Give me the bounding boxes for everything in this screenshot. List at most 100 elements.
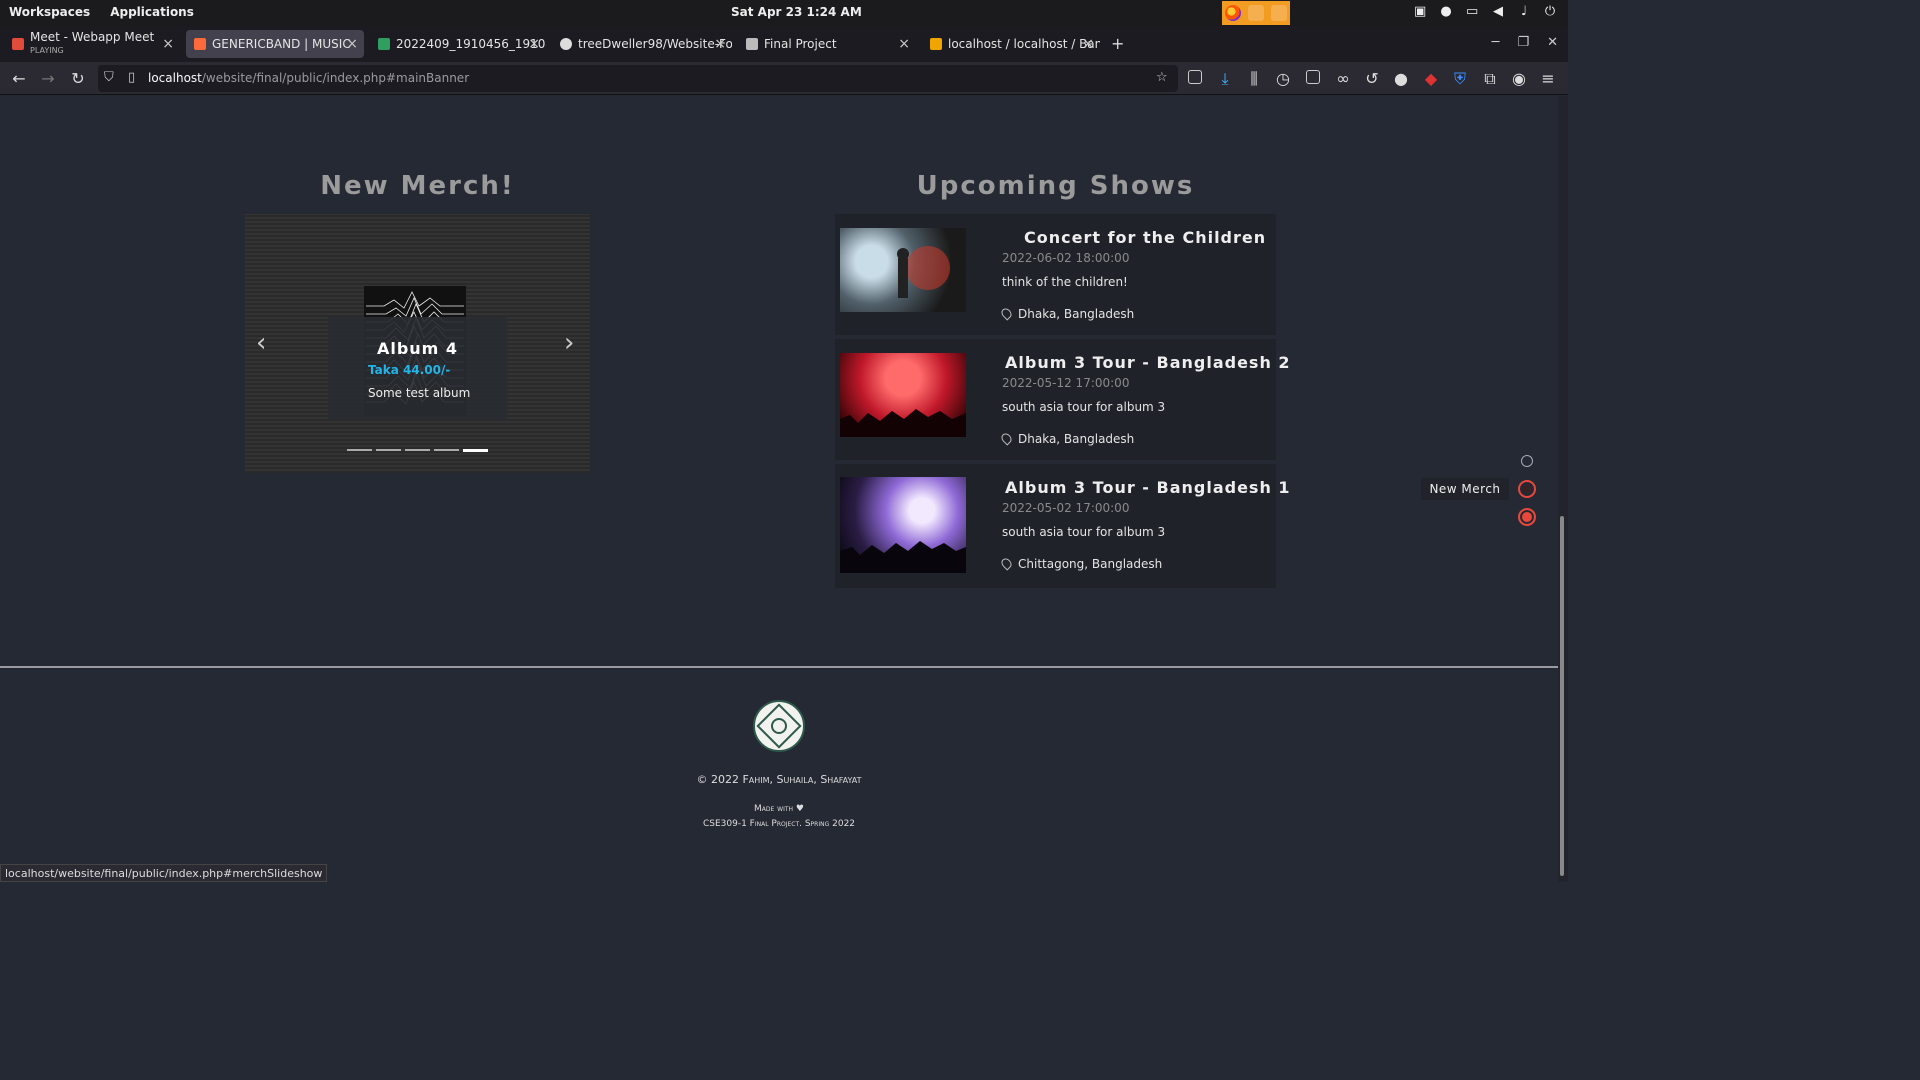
applications-menu[interactable]: Applications (110, 5, 194, 19)
system-tray: ▣ ● ▭ ◀ ♩ ⏻ (1414, 5, 1556, 19)
firefox-icon[interactable] (1225, 5, 1242, 21)
close-tab-icon[interactable]: × (714, 36, 726, 52)
url-host: localhost (148, 71, 202, 85)
slide-indicator[interactable] (376, 449, 401, 451)
url-path: /website/final/public/index.php#mainBann… (201, 71, 470, 85)
show-location-text: Dhaka, Bangladesh (1018, 307, 1135, 321)
location-pin-icon (999, 431, 1014, 446)
slide-indicator-active[interactable] (463, 449, 488, 452)
document-tab-icon (746, 38, 758, 50)
tab-playing-label: PLAYING (30, 46, 64, 55)
tab-label: treeDweller98/Website-For (578, 37, 732, 51)
tab-drive[interactable]: 2022409_1910456_1910496 - G × (370, 30, 546, 58)
screen-share-icon[interactable] (1270, 5, 1287, 21)
undo-close-icon[interactable]: ↺ (1362, 69, 1382, 88)
tab-github[interactable]: treeDweller98/Website-For × (552, 30, 732, 58)
band-logo[interactable] (753, 700, 805, 752)
section-nav-dot-banner[interactable] (1521, 455, 1533, 467)
extension-avatar-icon[interactable]: ● (1391, 69, 1411, 88)
section-nav-tooltip: New Merch (1421, 478, 1509, 500)
merch-section-title: New Merch! (320, 171, 515, 201)
footer-project: CSE309-1 Final Project. Spring 2022 (702, 819, 856, 829)
show-card[interactable]: Concert for the Children 2022-06-02 18:0… (835, 214, 1276, 335)
close-tab-icon[interactable]: × (528, 36, 540, 52)
previous-slide-icon[interactable]: ‹ (256, 328, 266, 358)
scrollbar-thumb[interactable] (1560, 516, 1564, 876)
volume-icon[interactable]: ◀ (1492, 5, 1504, 19)
tab-label: Final Project (764, 37, 837, 51)
section-nav-dot-merch[interactable] (1518, 480, 1536, 498)
globe-icon[interactable]: ● (1440, 5, 1452, 19)
back-icon[interactable]: ← (9, 69, 29, 88)
sidebar-icon[interactable] (1306, 70, 1320, 84)
downloads-icon[interactable]: ⤓ (1215, 69, 1235, 89)
show-card[interactable]: Album 3 Tour - Bangladesh 1 2022-05-02 1… (835, 464, 1290, 588)
restore-icon[interactable]: ❐ (1517, 35, 1529, 50)
show-description: think of the children! (1002, 275, 1128, 289)
mic-icon[interactable]: ♩ (1518, 5, 1530, 19)
link-status-tooltip: localhost/website/final/public/index.php… (0, 864, 328, 882)
close-tab-icon[interactable]: × (1082, 36, 1094, 52)
url-text[interactable]: localhost/website/final/public/index.php… (148, 71, 469, 85)
menu-icon[interactable]: ≡ (1538, 69, 1558, 88)
bookmark-star-icon[interactable]: ☆ (1156, 70, 1168, 85)
show-location: Chittagong, Bangladesh (999, 556, 1163, 571)
url-bar[interactable]: ⛉ ▯ localhost/website/final/public/index… (98, 65, 1178, 92)
close-tab-icon[interactable]: × (346, 36, 358, 52)
tab-phpmyadmin[interactable]: localhost / localhost / Banc × (922, 30, 1100, 58)
show-description: south asia tour for album 3 (1002, 525, 1166, 539)
forward-icon[interactable]: → (38, 69, 58, 88)
clock[interactable]: Sat Apr 23 1:24 AM (731, 5, 862, 19)
bitwarden-icon[interactable]: ⛨ (1450, 69, 1470, 89)
tab-strip: Meet - Webapp Meet PLAYING × GENERICBAND … (0, 26, 1568, 62)
history-icon[interactable]: ◷ (1273, 69, 1293, 88)
next-slide-icon[interactable]: › (564, 328, 574, 358)
display-icon[interactable]: ▭ (1466, 5, 1478, 19)
private-mask-icon[interactable]: ∞ (1333, 69, 1353, 88)
show-location-text: Dhaka, Bangladesh (1018, 432, 1135, 446)
close-tab-icon[interactable]: × (162, 36, 174, 52)
reload-icon[interactable]: ↻ (68, 69, 88, 88)
tab-genericband[interactable]: GENERICBAND | MUSIC × (186, 30, 364, 58)
drive-tab-icon (378, 38, 390, 50)
page-info-icon[interactable]: ▯ (128, 70, 135, 85)
tab-label: GENERICBAND | MUSIC (212, 37, 351, 51)
close-tab-icon[interactable]: × (898, 36, 910, 52)
new-tab-icon[interactable]: + (1111, 34, 1124, 53)
github-tab-icon (560, 38, 572, 50)
tab-label: localhost / localhost / Banc (948, 37, 1100, 51)
merch-slideshow[interactable]: Album 4 Taka 44.00/- Some test album ‹ › (245, 214, 590, 473)
show-location: Dhaka, Bangladesh (999, 306, 1135, 321)
show-card[interactable]: Album 3 Tour - Bangladesh 2 2022-05-12 1… (835, 339, 1290, 460)
tab-label: 2022409_1910456_1910496 - G (396, 37, 546, 51)
minimize-icon[interactable]: ─ (1492, 35, 1500, 50)
close-window-icon[interactable]: ✕ (1547, 35, 1558, 50)
system-top-bar: Workspaces Applications Sat Apr 23 1:24 … (0, 0, 1568, 26)
microphone-indicator-icon[interactable] (1247, 5, 1264, 21)
show-title: Album 3 Tour - Bangladesh 2 (1005, 353, 1291, 372)
library-icon[interactable]: ⫼ (1244, 69, 1264, 89)
extensions-puzzle-icon[interactable]: ⧉ (1480, 69, 1500, 89)
merch-item-title: Album 4 (376, 339, 459, 358)
workspaces-button[interactable]: Workspaces (9, 5, 90, 19)
tab-meet[interactable]: Meet - Webapp Meet PLAYING × (4, 30, 180, 58)
meet-tab-icon (12, 38, 24, 50)
slide-indicator[interactable] (347, 449, 372, 451)
show-image (840, 353, 966, 437)
pocket-icon[interactable] (1188, 70, 1202, 84)
tracking-shield-icon[interactable]: ⛉ (104, 70, 114, 85)
show-date: 2022-06-02 18:00:00 (1002, 251, 1130, 265)
section-nav-dot-shows[interactable] (1518, 508, 1536, 526)
tab-final-project[interactable]: Final Project × (738, 30, 916, 58)
clipboard-icon[interactable]: ▣ (1414, 5, 1426, 19)
page-content: New Merch! Album 4 Taka 44.00/- Some tes… (0, 96, 1558, 882)
account-icon[interactable]: ◉ (1509, 69, 1529, 88)
show-title: Album 3 Tour - Bangladesh 1 (1005, 478, 1291, 497)
show-location-text: Chittagong, Bangladesh (1018, 557, 1163, 571)
ublock-icon[interactable]: ◆ (1421, 69, 1441, 88)
merch-item-price: Taka 44.00/- (368, 363, 451, 377)
slide-indicator[interactable] (405, 449, 430, 451)
slide-indicator[interactable] (434, 449, 459, 451)
power-icon[interactable]: ⏻ (1544, 5, 1556, 19)
page-scrollbar[interactable] (1558, 96, 1568, 882)
